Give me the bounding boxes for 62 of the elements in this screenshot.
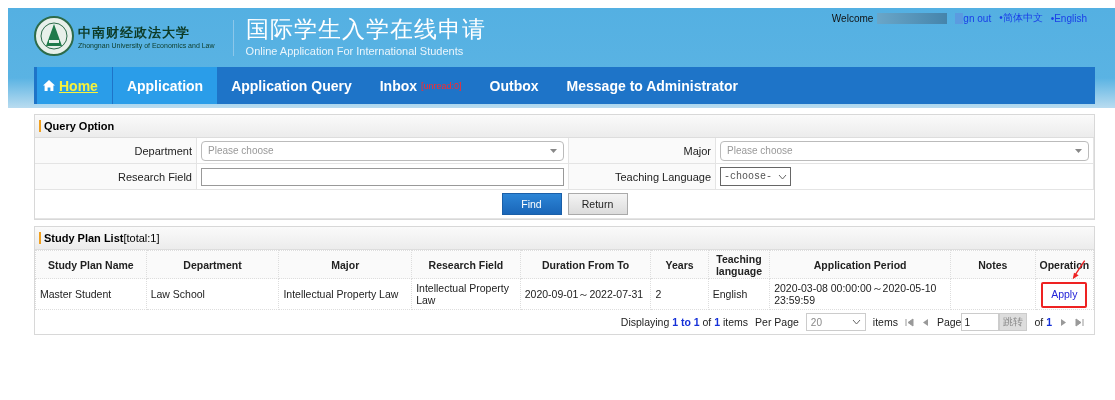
next-page-icon[interactable] xyxy=(1059,317,1068,327)
field-label: Major xyxy=(569,138,716,164)
page-input[interactable]: 1 xyxy=(961,313,1000,331)
table-cell: 2020-09-01～2022-07-31 xyxy=(524,288,644,300)
emblem-icon xyxy=(34,16,74,56)
column-header: Years xyxy=(665,258,694,271)
site-title: 国际学生入学在线申请 xyxy=(245,15,486,44)
column-header: Department xyxy=(183,258,242,271)
site-subtitle: Online Application For International Students xyxy=(245,45,465,57)
first-page-icon[interactable] xyxy=(904,317,914,327)
items-label: items xyxy=(872,316,898,328)
column-header: Study Plan Name xyxy=(47,258,134,271)
nav-tab[interactable]: Home xyxy=(34,67,113,104)
nav-tab[interactable]: Application xyxy=(112,67,218,104)
page-label: Page xyxy=(936,316,962,328)
dropdown-field[interactable]: Please choose xyxy=(201,140,564,161)
nav-tab[interactable]: Inbox [unread:0] xyxy=(365,67,476,104)
panel-title: Study Plan List[total:1] xyxy=(39,232,160,244)
table-cell: 2 xyxy=(655,288,662,300)
previous-page-icon[interactable] xyxy=(920,317,930,327)
column-header: Teaching language xyxy=(715,252,762,277)
table-cell: Intellectual Property Law xyxy=(283,288,399,300)
caret-icon xyxy=(1075,148,1082,153)
table-cell: Law School xyxy=(150,288,205,300)
per-page-label: Per Page xyxy=(755,316,799,328)
table-cell: Intellectual Property Law xyxy=(416,282,509,306)
field-label: Department xyxy=(35,138,197,164)
chevron-down-icon xyxy=(778,173,787,180)
page-total: of 1 xyxy=(1034,316,1052,328)
column-header: Research Field xyxy=(428,258,504,271)
column-header: Major xyxy=(331,258,360,271)
go-button[interactable]: 跳转 xyxy=(999,313,1028,331)
last-page-icon[interactable] xyxy=(1075,317,1084,327)
nav-tab[interactable]: Application Query xyxy=(217,67,366,104)
input-field[interactable] xyxy=(201,167,564,186)
table-cell: 2020-03-08 00:00:00～2020-05-10 23:59:59 xyxy=(774,282,937,306)
sign-out-link[interactable]: gn out xyxy=(963,12,992,24)
column-header: Duration From To xyxy=(541,258,630,271)
find-button[interactable]: Find xyxy=(501,193,562,215)
caret-icon xyxy=(550,148,557,153)
chevron-down-icon xyxy=(851,319,861,325)
home-icon xyxy=(43,80,55,91)
language-link[interactable]: •简体中文 xyxy=(999,11,1043,25)
university-name: 中南财经政法大学 xyxy=(78,23,191,42)
language-link[interactable]: •English xyxy=(1050,12,1087,24)
per-page-select[interactable]: 20 xyxy=(805,313,866,331)
field-label: Research Field xyxy=(35,164,197,190)
dropdown-field[interactable]: Please choose xyxy=(720,140,1089,161)
redacted-block xyxy=(877,12,948,24)
welcome-text: Welcome xyxy=(831,12,874,24)
nav-tab[interactable]: Outbox xyxy=(475,67,553,104)
apply-link[interactable]: Apply xyxy=(1051,288,1078,300)
column-header: Application Period xyxy=(813,258,907,271)
table-cell: English xyxy=(712,288,748,300)
table-cell: Master Student xyxy=(40,288,112,300)
field-label: Teaching Language xyxy=(569,164,716,190)
pager-summary: Displaying 1 to 1 of 1 items xyxy=(620,316,749,328)
nav-tab[interactable]: Message to Administrator xyxy=(552,67,752,104)
return-button[interactable]: Return xyxy=(567,193,628,215)
column-header: Notes xyxy=(978,258,1008,271)
panel-title: Query Option xyxy=(39,120,115,132)
dropdown-field[interactable]: -choose- xyxy=(720,167,791,186)
